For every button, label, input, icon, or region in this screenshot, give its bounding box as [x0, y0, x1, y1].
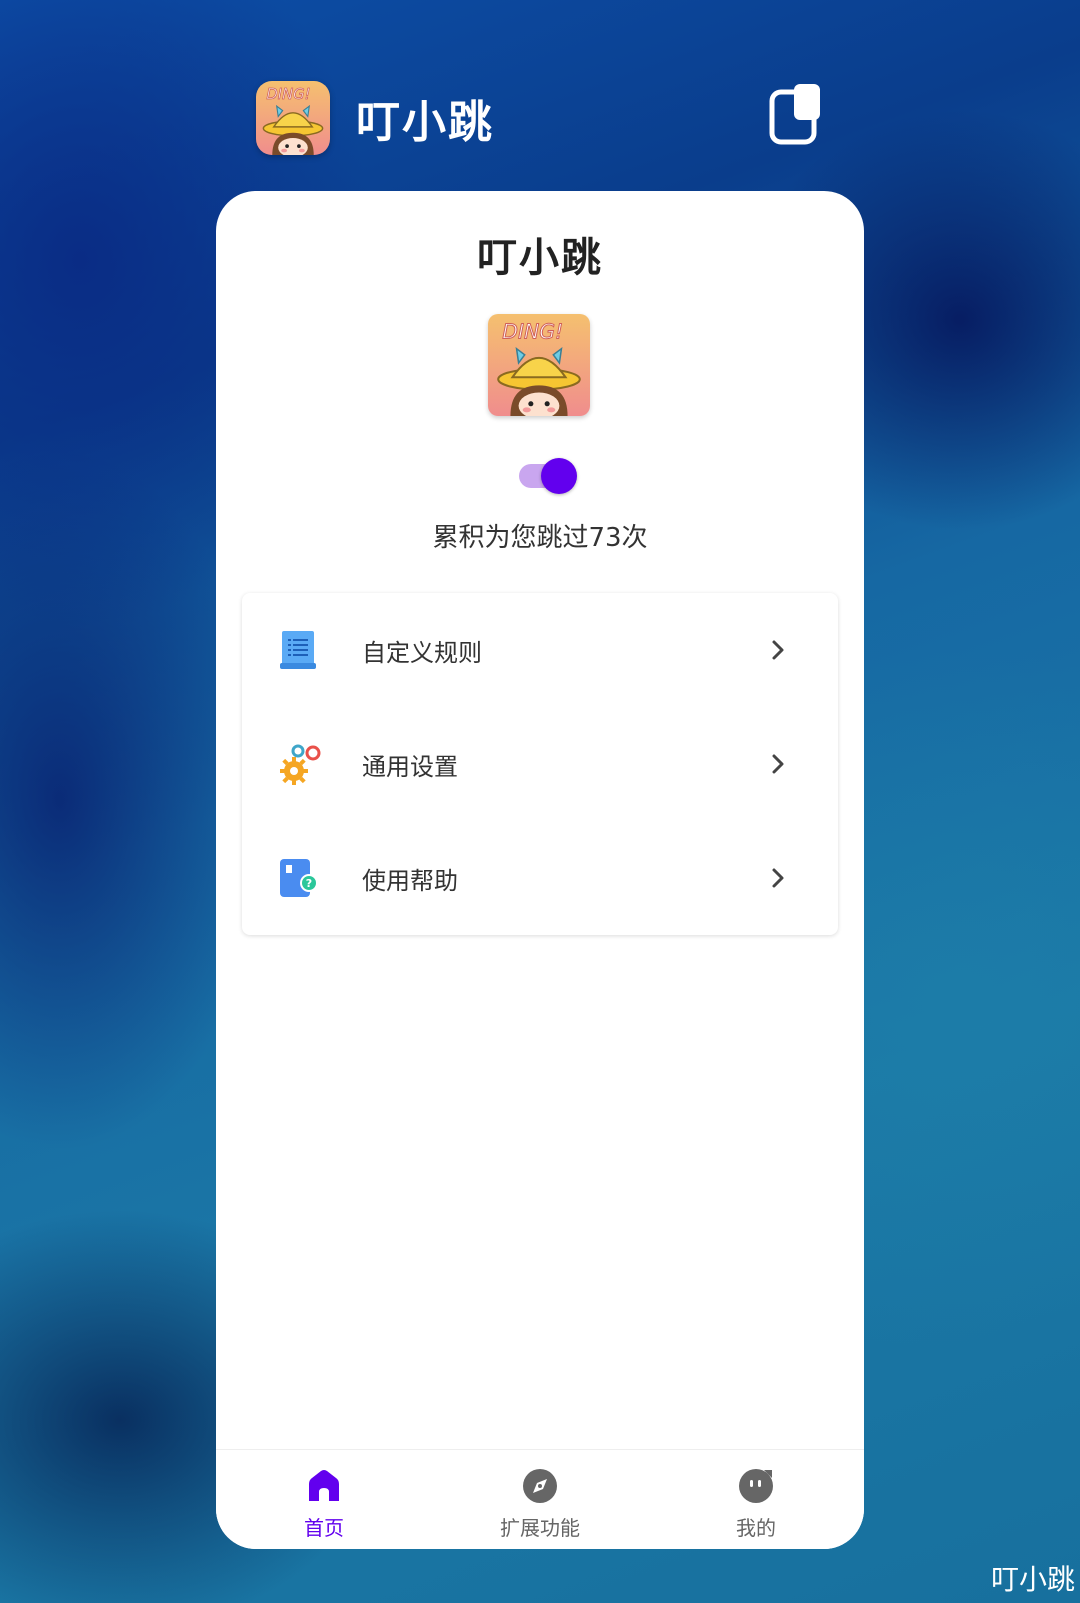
task-header: DING! 叮小跳: [256, 80, 816, 156]
menu-item-general-settings[interactable]: 通用设置: [242, 707, 838, 821]
chevron-right-icon: [768, 638, 788, 662]
nav-home[interactable]: 首页: [216, 1450, 432, 1549]
chevron-right-icon: [768, 752, 788, 776]
skip-count-text: 累积为您跳过73次: [432, 523, 648, 553]
profile-face-icon: [738, 1468, 774, 1504]
menu-item-help[interactable]: ? 使用帮助: [242, 821, 838, 935]
svg-text:DING!: DING!: [266, 86, 310, 103]
document-list-icon: [278, 629, 318, 671]
app-window[interactable]: 叮小跳 DING! 累积为您跳过73次 自定义规则 通用设置 ? 使用帮助 首页…: [216, 191, 864, 1549]
nav-extensions[interactable]: 扩展功能: [432, 1450, 648, 1549]
task-title: 叮小跳: [356, 97, 494, 148]
page-title: 叮小跳: [477, 235, 603, 281]
svg-text:?: ?: [306, 877, 312, 890]
app-logo: DING!: [488, 314, 590, 416]
nav-label: 扩展功能: [500, 1516, 580, 1540]
home-icon: [306, 1468, 342, 1504]
toggle-thumb: [541, 458, 577, 494]
service-toggle[interactable]: [519, 455, 579, 495]
nav-profile[interactable]: 我的: [648, 1450, 864, 1549]
window-mode-icon[interactable]: [768, 82, 824, 146]
chevron-right-icon: [768, 866, 788, 890]
menu-item-label: 自定义规则: [362, 638, 482, 667]
bottom-navigation: 首页 扩展功能 我的: [216, 1449, 864, 1549]
svg-text:DING!: DING!: [502, 319, 563, 343]
compass-icon: [522, 1468, 558, 1504]
menu-item-custom-rules[interactable]: 自定义规则: [242, 593, 838, 707]
nav-label: 首页: [304, 1516, 344, 1540]
gears-icon: [278, 743, 321, 785]
help-book-icon: ?: [278, 857, 318, 899]
menu-item-label: 使用帮助: [362, 866, 458, 895]
menu-item-label: 通用设置: [362, 752, 458, 781]
app-caption: 叮小跳: [990, 1563, 1075, 1596]
nav-label: 我的: [736, 1516, 776, 1540]
menu-list: 自定义规则 通用设置 ? 使用帮助: [242, 593, 838, 935]
app-icon[interactable]: DING!: [256, 81, 330, 155]
